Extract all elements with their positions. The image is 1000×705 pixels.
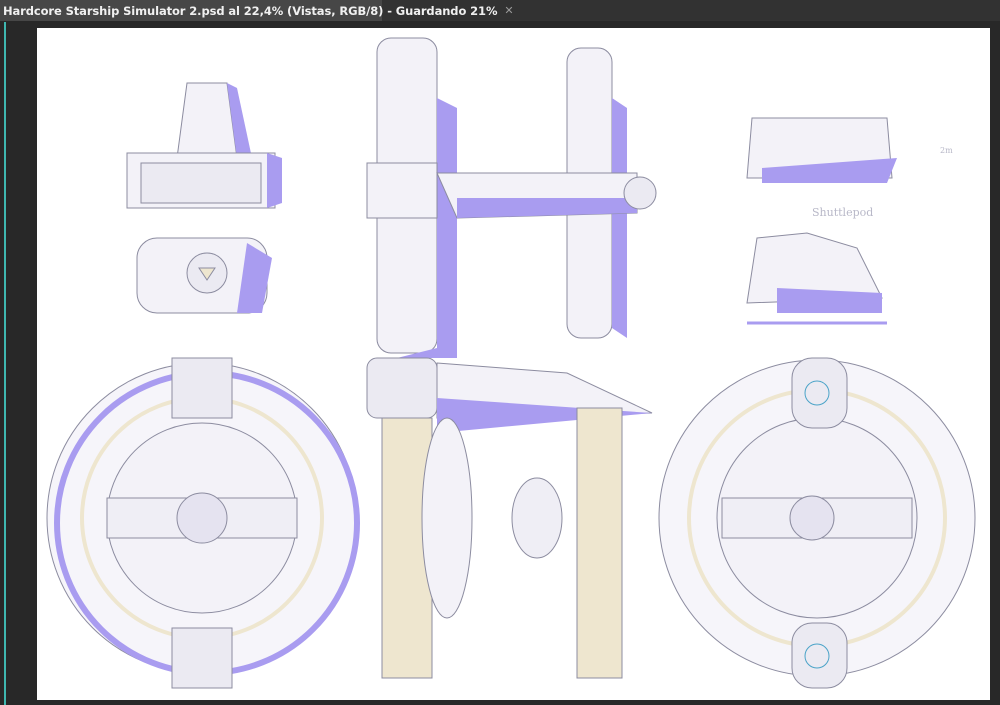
starship-sketch (46, 37, 976, 689)
scale-label: 2m (940, 146, 953, 155)
document-tab-title: Hardcore Starship Simulator 2.psd al 22,… (3, 3, 498, 18)
ship-top-view (366, 37, 657, 358)
shuttlepod-label: Shuttlepod (812, 206, 874, 219)
ship-side-view (366, 357, 653, 679)
ship-bottom-ring-right (658, 357, 976, 689)
shuttlepod-view (746, 117, 897, 325)
close-icon[interactable]: ✕ (504, 4, 513, 17)
pod-front-view (126, 82, 282, 314)
document-tab-bar: Hardcore Starship Simulator 2.psd al 22,… (0, 0, 1000, 21)
ship-bottom-ring-left (46, 357, 360, 689)
guide-line[interactable] (4, 22, 6, 705)
document-canvas[interactable]: Shuttlepod 2m (37, 28, 990, 700)
document-tab[interactable]: Hardcore Starship Simulator 2.psd al 22,… (0, 0, 514, 21)
